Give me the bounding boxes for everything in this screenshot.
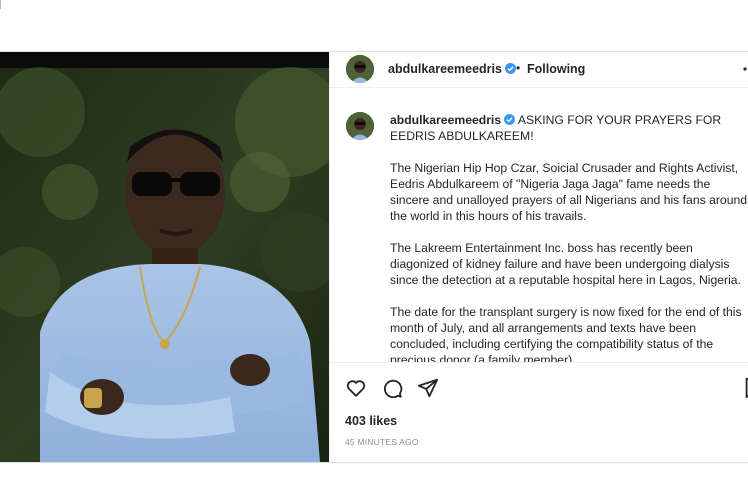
author-username-text[interactable]: abdulkareemeedris bbox=[388, 62, 502, 76]
edge-mark bbox=[0, 0, 1, 9]
post-header: abdulkareemeedris • Following bbox=[330, 52, 748, 88]
verified-badge-icon bbox=[504, 63, 516, 74]
caption-verified-icon bbox=[504, 114, 516, 125]
likes-count[interactable]: 403 likes bbox=[345, 414, 397, 428]
caption-username-text[interactable]: abdulkareemeedris bbox=[390, 113, 501, 127]
more-icon[interactable] bbox=[740, 61, 748, 77]
author-username[interactable]: abdulkareemeedris bbox=[388, 62, 516, 76]
share-icon[interactable] bbox=[417, 377, 439, 399]
post-sidebar: abdulkareemeedris • Following abdulkaree… bbox=[329, 52, 748, 462]
avatar-image bbox=[346, 55, 374, 83]
post-photo bbox=[0, 52, 329, 462]
caption-username[interactable]: abdulkareemeedris bbox=[390, 113, 516, 127]
caption-paragraph-2: The Lakreem Entertainment Inc. boss has … bbox=[390, 241, 741, 287]
photo-illustration bbox=[0, 52, 329, 462]
heart-icon[interactable] bbox=[345, 377, 367, 399]
author-avatar[interactable] bbox=[346, 55, 374, 83]
caption-avatar[interactable] bbox=[346, 112, 374, 140]
caption-area: abdulkareemeedris ASKING FOR YOUR PRAYER… bbox=[330, 88, 748, 362]
following-button[interactable]: Following bbox=[527, 62, 585, 76]
caption-paragraph-3: The date for the transplant surgery is n… bbox=[390, 305, 742, 362]
caption-avatar-image bbox=[346, 112, 374, 140]
caption-paragraph-1: The Nigerian Hip Hop Czar, Soicial Crusa… bbox=[390, 161, 748, 223]
post-timestamp[interactable]: 45 MINUTES AGO bbox=[345, 437, 419, 447]
caption-headline: abdulkareemeedris ASKING FOR YOUR PRAYER… bbox=[390, 112, 748, 144]
header-separator: • bbox=[516, 61, 521, 75]
comment-icon[interactable] bbox=[381, 377, 403, 399]
bookmark-icon[interactable] bbox=[742, 377, 748, 399]
post-actions: 403 likes 45 MINUTES AGO bbox=[330, 362, 748, 462]
caption-text: abdulkareemeedris ASKING FOR YOUR PRAYER… bbox=[390, 112, 748, 362]
post-modal: abdulkareemeedris • Following abdulkaree… bbox=[0, 51, 748, 463]
